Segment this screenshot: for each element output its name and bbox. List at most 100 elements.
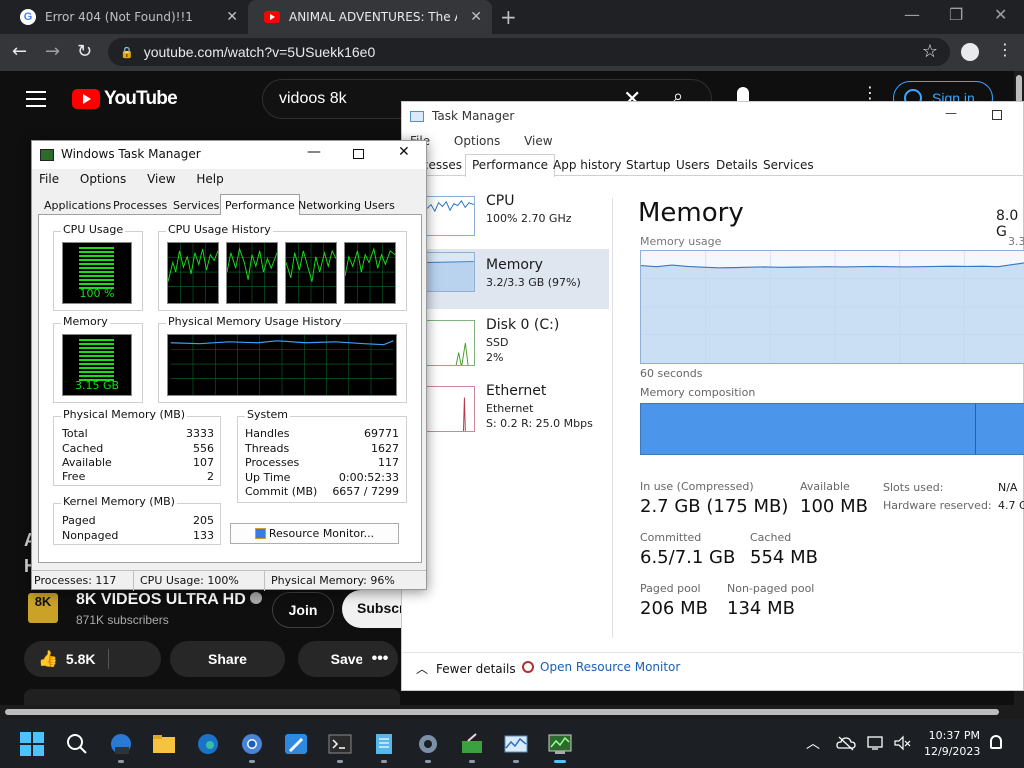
row-label: Commit (MB) xyxy=(245,485,318,498)
open-resource-monitor-link[interactable]: Open Resource Monitor xyxy=(522,660,680,674)
system-clock[interactable]: 10:37 PM 12/9/2023 xyxy=(924,728,980,760)
tab-app-history[interactable]: App history xyxy=(553,158,622,172)
task-monitor-icon[interactable] xyxy=(504,733,528,755)
file-explorer-icon[interactable] xyxy=(152,733,176,755)
window-close-button[interactable]: ✕ xyxy=(994,5,1007,24)
tab-services[interactable]: Services xyxy=(763,158,814,172)
youtube-logo[interactable]: YouTube xyxy=(72,88,178,110)
task-manager-win11-window[interactable]: Task Manager — File Options View Process… xyxy=(401,101,1024,691)
sidebar-item-ethernet[interactable]: Ethernet Ethernet S: 0.2 R: 25.0 Mbps xyxy=(402,383,609,443)
tab-users[interactable]: Users xyxy=(364,199,395,212)
menu-help[interactable]: Help xyxy=(196,172,223,186)
status-divider xyxy=(264,571,265,591)
tab-processes[interactable]: Processes xyxy=(113,199,167,212)
terminal-icon[interactable] xyxy=(328,733,352,755)
reload-button[interactable]: ↻ xyxy=(77,41,92,62)
meter-bar xyxy=(79,255,114,257)
window-minimize-button[interactable]: — xyxy=(307,144,321,160)
status-bar: Processes: 117 CPU Usage: 100% Physical … xyxy=(32,570,426,591)
hardware-reserved-label: Hardware reserved: xyxy=(883,499,992,512)
browser-tab-youtube[interactable]: ANIMAL ADVENTURES: The Ama ✕ xyxy=(248,0,492,34)
menu-file[interactable]: File xyxy=(39,172,59,186)
window-maximize-button[interactable] xyxy=(353,149,364,159)
browser-menu-icon[interactable]: ⋮ xyxy=(997,40,1013,59)
tab-startup[interactable]: Startup xyxy=(626,158,671,172)
tab-close-icon[interactable]: ✕ xyxy=(470,9,482,25)
search-icon[interactable] xyxy=(65,733,89,755)
bookmark-star-icon[interactable]: ☆ xyxy=(922,41,938,62)
menu-options[interactable]: Options xyxy=(80,172,126,186)
menu-view[interactable]: View xyxy=(147,172,175,186)
tab-close-icon[interactable]: ✕ xyxy=(226,9,238,25)
window-close-button[interactable]: ✕ xyxy=(398,144,410,160)
scrollbar-thumb[interactable] xyxy=(5,709,999,715)
notepad-icon[interactable] xyxy=(372,733,396,755)
channel-name[interactable]: 8K VIDEOS ULTRA HD xyxy=(76,591,262,609)
sidebar-item-cpu[interactable]: CPU 100% 2.70 GHz xyxy=(402,193,609,253)
paint-icon[interactable] xyxy=(284,733,308,755)
performance-panel: CPU Usage 100 % CPU Usage History Memory… xyxy=(38,215,422,563)
tab-services[interactable]: Services xyxy=(173,199,219,212)
like-button[interactable]: 👍 5.8K xyxy=(24,641,161,677)
window-maximize-button[interactable] xyxy=(992,110,1002,120)
task-manager-icon[interactable] xyxy=(548,733,572,755)
hamburger-menu-icon[interactable] xyxy=(26,91,46,112)
resource-monitor-button[interactable]: Resource Monitor... xyxy=(230,523,399,544)
running-indicator xyxy=(249,760,255,763)
stat-value: 6.5/7.1 GB xyxy=(640,547,736,568)
forward-button[interactable]: → xyxy=(45,41,60,62)
page-horizontal-scrollbar[interactable] xyxy=(0,705,1024,719)
browser-tab-google[interactable]: G Error 404 (Not Found)!!1 ✕ xyxy=(4,0,248,34)
channel-avatar[interactable]: 8K xyxy=(28,593,58,623)
tab-applications[interactable]: Applications xyxy=(44,199,111,212)
share-button[interactable]: Share xyxy=(170,641,285,677)
network-icon[interactable] xyxy=(867,735,885,751)
fewer-details-label: Fewer details xyxy=(436,662,516,676)
title-bar[interactable]: Windows Task Manager — ✕ xyxy=(32,141,426,169)
join-button[interactable]: Join xyxy=(272,592,334,628)
description-box[interactable] xyxy=(24,689,400,705)
sidebar-item-memory[interactable]: Memory 3.2/3.3 GB (97%) xyxy=(402,249,609,309)
task-manager-icon xyxy=(40,149,54,161)
settings-icon[interactable] xyxy=(416,733,440,755)
edge-icon[interactable] xyxy=(196,733,220,755)
composition-divider xyxy=(975,404,976,454)
fewer-details-button[interactable]: ︿ Fewer details xyxy=(416,660,516,677)
memory-usage-max: 3.3 xyxy=(1008,235,1024,248)
chrome-icon[interactable] xyxy=(240,733,264,755)
tool-icon[interactable] xyxy=(460,733,484,755)
menu-bar: File Options View xyxy=(410,134,573,148)
lock-icon[interactable]: 🔒 xyxy=(120,46,134,59)
address-bar[interactable]: 🔒 youtube.com/watch?v=5USuekk16e0 ☆ xyxy=(108,38,950,66)
youtube-settings-icon[interactable]: ⋮ xyxy=(862,83,878,102)
tab-performance[interactable]: Performance xyxy=(220,194,300,216)
back-button[interactable]: ← xyxy=(12,41,27,62)
meter-bar xyxy=(79,363,114,365)
edge-dev-icon[interactable] xyxy=(109,733,133,755)
window-restore-button[interactable]: ❐ xyxy=(949,5,963,24)
start-icon[interactable] xyxy=(20,732,44,756)
window-minimize-button[interactable]: — xyxy=(945,106,957,120)
tray-overflow-icon[interactable]: ︿ xyxy=(806,733,820,753)
tab-details[interactable]: Details xyxy=(716,158,758,172)
onedrive-icon[interactable] xyxy=(836,735,856,751)
tab-networking[interactable]: Networking xyxy=(298,199,361,212)
sidebar-item-disk[interactable]: Disk 0 (C:) SSD 2% xyxy=(402,317,609,377)
window-minimize-button[interactable]: — xyxy=(904,5,920,24)
tab-performance[interactable]: Performance xyxy=(465,154,556,177)
more-actions-button[interactable]: ••• xyxy=(362,641,398,677)
menu-options[interactable]: Options xyxy=(454,134,500,148)
row-label: Free xyxy=(62,470,86,483)
tab-users[interactable]: Users xyxy=(676,158,710,172)
url-text[interactable]: youtube.com/watch?v=5USuekk16e0 xyxy=(144,44,376,60)
verified-icon xyxy=(249,592,262,604)
scrollbar-thumb[interactable] xyxy=(1016,75,1022,103)
subscriber-count: 871K subscribers xyxy=(76,613,169,627)
physical-row-total: Total 3333 xyxy=(62,427,214,440)
windows-task-manager-window[interactable]: Windows Task Manager — ✕ File Options Vi… xyxy=(31,140,427,591)
menu-view[interactable]: View xyxy=(524,134,552,148)
new-tab-button[interactable]: + xyxy=(500,5,517,29)
profile-avatar-icon[interactable] xyxy=(961,43,979,61)
volume-muted-icon[interactable] xyxy=(893,735,911,751)
notification-bell-icon[interactable] xyxy=(990,735,1002,749)
